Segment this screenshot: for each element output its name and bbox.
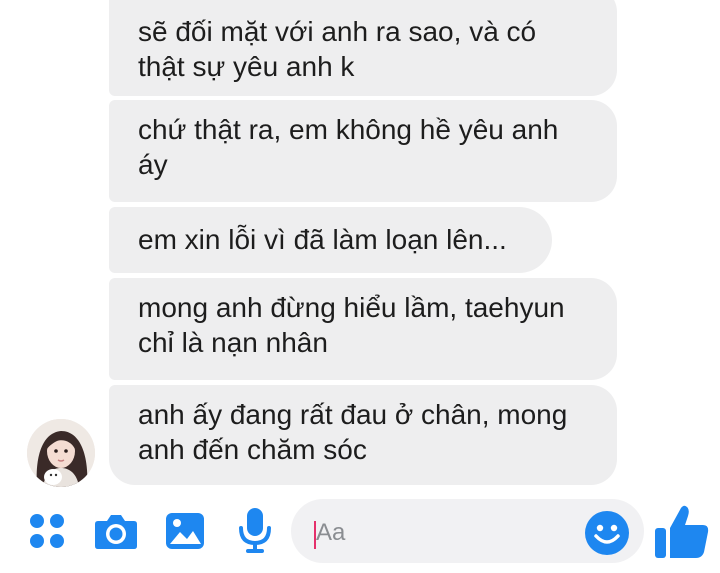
input-placeholder: Aa [316,519,346,546]
message-line: chứ thật ra, em không hề yêu anh [138,114,559,145]
message-line: áy [138,149,168,180]
smile-icon[interactable] [584,510,630,556]
message-bubble[interactable]: mong anh đừng hiểu lầm, taehyun chỉ là n… [109,278,617,380]
message-thread: sẽ đối mặt với anh ra sao, và có thật sự… [0,0,720,490]
microphone-icon[interactable] [236,506,274,554]
message-line: anh đến chăm sóc [138,434,367,465]
camera-icon[interactable] [94,510,138,552]
message-line: sẽ đối mặt với anh ra sao, và có [138,16,537,47]
more-icon[interactable] [26,510,68,552]
message-line: thật sự yêu anh k [138,51,355,82]
avatar[interactable] [27,419,95,487]
image-icon[interactable] [164,510,206,552]
thumbs-up-icon[interactable] [653,504,711,560]
message-line: mong anh đừng hiểu lầm, taehyun [138,292,565,323]
message-line: anh ấy đang rất đau ở chân, mong [138,399,568,430]
message-bubble[interactable]: anh ấy đang rất đau ở chân, mong anh đến… [109,385,617,485]
message-bubble[interactable]: em xin lỗi vì đã làm loạn lên... [109,207,552,273]
composer-bar: Aa [0,490,720,573]
message-bubble[interactable]: chứ thật ra, em không hề yêu anh áy [109,100,617,202]
message-bubble[interactable]: sẽ đối mặt với anh ra sao, và có thật sự… [109,0,617,96]
message-line: em xin lỗi vì đã làm loạn lên... [138,224,507,255]
message-line: chỉ là nạn nhân [138,327,328,358]
